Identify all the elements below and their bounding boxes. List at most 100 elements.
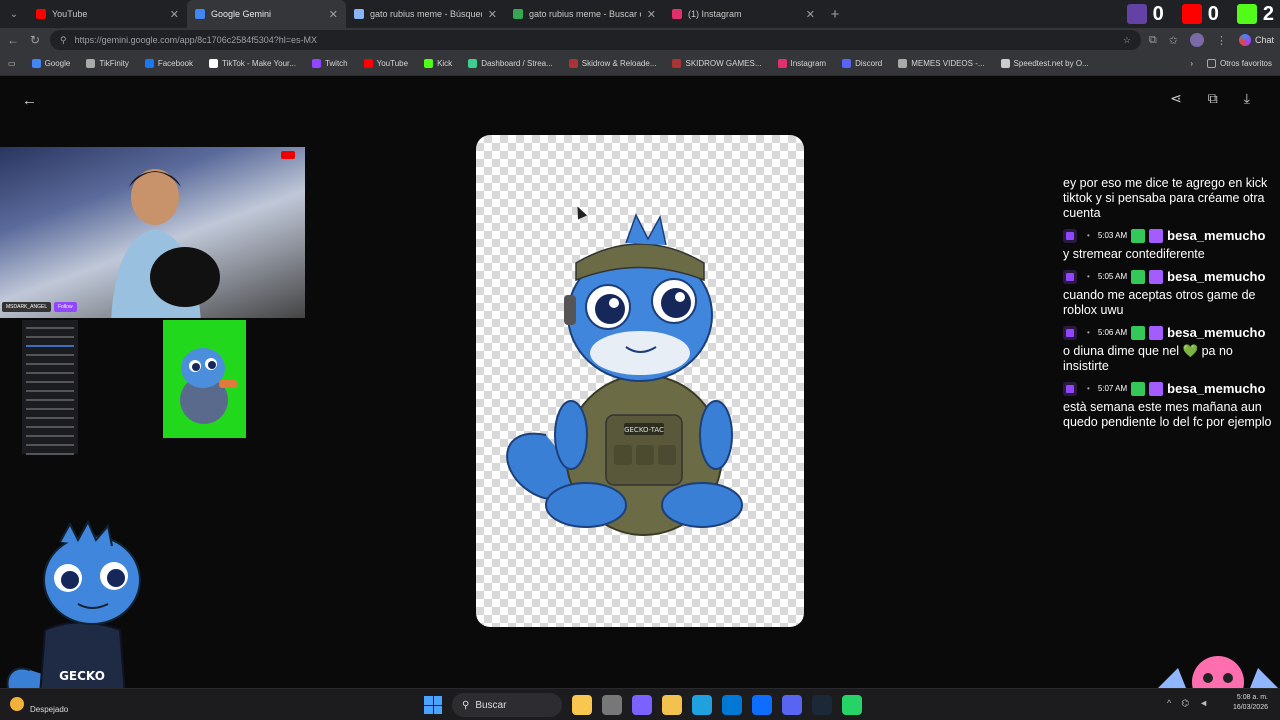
close-tab-icon[interactable]: ✕ [329, 8, 338, 21]
volume-icon[interactable]: ◄ [1199, 698, 1208, 709]
menu-icon[interactable]: ⋮ [1216, 34, 1227, 47]
taskbar-app-icon[interactable] [722, 695, 742, 715]
taskbar-app-icon[interactable] [842, 695, 862, 715]
bookmark-star-icon[interactable]: ☆ [1123, 35, 1131, 46]
chat-text: y stremear contediferente [1063, 247, 1205, 261]
bookmark-item[interactable]: Facebook [144, 59, 193, 68]
back-arrow-icon[interactable]: ← [22, 92, 37, 109]
bookmark-label: Discord [855, 59, 883, 68]
site-info-icon[interactable]: ⚲ [60, 35, 67, 46]
bookmark-favicon-icon [777, 59, 787, 68]
bookmark-favicon-icon [86, 59, 96, 68]
bookmark-item[interactable]: Kick [424, 59, 452, 68]
chat-username: besa_memucho [1167, 325, 1266, 340]
chat-message: està semana este mes mañana aun quedo pe… [1063, 400, 1280, 430]
dot-icon: • [1087, 328, 1090, 337]
start-button[interactable] [424, 696, 442, 714]
bookmark-item[interactable]: TikTok - Make Your... [208, 59, 296, 68]
share-icon[interactable]: ⋖ [1170, 90, 1182, 107]
subscriber-badge-icon [1149, 325, 1164, 340]
chat-meta: • 5:07 AM besa_memucho [1063, 381, 1280, 396]
taskbar-app-icon[interactable] [782, 695, 802, 715]
windows-taskbar: Despejado ⚲ Buscar ^ ⌬ ◄ 5:08 a. m. 16/0… [0, 688, 1280, 720]
bookmark-item[interactable]: TikFinity [86, 59, 129, 68]
bookmarks-more-icon[interactable]: › [1190, 59, 1193, 68]
bookmark-item[interactable]: Dashboard / Strea... [468, 59, 553, 68]
taskbar-search[interactable]: ⚲ Buscar [452, 693, 562, 717]
bookmark-favicon-icon [898, 59, 908, 68]
chat-text: està semana este mes mañana aun quedo pe… [1063, 400, 1272, 429]
close-tab-icon[interactable]: ✕ [488, 8, 497, 21]
bookmark-label: TikTok - Make Your... [221, 59, 296, 68]
bookmark-item[interactable]: Discord [842, 59, 882, 68]
mini-sidebar-preview [22, 320, 78, 455]
chat-username: besa_memucho [1167, 269, 1266, 284]
download-icon[interactable]: ⤓ [1244, 90, 1250, 107]
browser-tab[interactable]: YouTube ✕ [28, 0, 187, 28]
taskbar-app-icon[interactable] [602, 695, 622, 715]
verified-badge-icon [1131, 269, 1146, 284]
verified-badge-icon [1131, 381, 1146, 396]
clock-time: 5:08 a. m. [1236, 694, 1268, 701]
bookmark-item[interactable]: Skidrow & Reloade... [568, 59, 657, 68]
bookmarks-sidebar-icon[interactable]: ▭ [8, 59, 16, 68]
new-tab-button[interactable]: + [823, 6, 847, 23]
browser-tab[interactable]: gato rubius meme - Buscar con Go ✕ [505, 0, 664, 28]
close-tab-icon[interactable]: ✕ [170, 8, 179, 21]
chat-text: cuando me aceptas otros game de roblox u… [1063, 288, 1256, 317]
browser-tab[interactable]: gato rubius meme - Búsqueda ✕ [346, 0, 505, 28]
subscriber-badge-icon [1149, 269, 1164, 284]
bookmark-favicon-icon [672, 59, 682, 68]
svg-text:GECKO-TAC: GECKO-TAC [624, 426, 664, 434]
tray-chevron-icon[interactable]: ^ [1167, 698, 1171, 709]
taskbar-app-icon[interactable] [632, 695, 652, 715]
copy-icon[interactable]: ⧉ [1208, 90, 1218, 107]
bookmark-item[interactable]: YouTube [363, 59, 408, 68]
bookmark-favicon-icon [568, 59, 578, 68]
bookmark-favicon-icon [208, 59, 218, 68]
favorites-icon[interactable]: ✩ [1169, 34, 1178, 47]
search-icon: ⚲ [462, 699, 470, 711]
other-bookmarks[interactable]: Otros favoritos [1206, 59, 1272, 68]
bookmark-item[interactable]: MEMES VIDEOS -... [898, 59, 985, 68]
browser-tab[interactable]: (1) Instagram ✕ [664, 0, 823, 28]
weather-widget[interactable]: Despejado [10, 693, 68, 714]
bookmark-item[interactable]: Speedtest.net by O... [1000, 59, 1089, 68]
back-icon[interactable]: ← [6, 33, 20, 47]
verified-badge-icon [1131, 325, 1146, 340]
taskbar-app-icon[interactable] [572, 695, 592, 715]
url-field[interactable]: ⚲ https://gemini.google.com/app/8c1706c2… [50, 30, 1141, 50]
taskbar-app-icon[interactable] [812, 695, 832, 715]
twitch-icon [1063, 381, 1077, 396]
taskbar-app-icon[interactable] [662, 695, 682, 715]
chat-message: cuando me aceptas otros game de roblox u… [1063, 288, 1280, 318]
bookmark-favicon-icon [31, 59, 41, 68]
subscriber-badge-icon [1149, 381, 1164, 396]
taskbar-app-icon[interactable] [752, 695, 772, 715]
generated-image[interactable]: GECKO-TAC [476, 135, 804, 627]
bookmark-item[interactable]: SKIDROW GAMES... [672, 59, 762, 68]
bookmark-item[interactable]: Google [31, 59, 70, 68]
bookmark-item[interactable]: Twitch [311, 59, 348, 68]
bookmark-item[interactable]: Instagram [777, 59, 826, 68]
kick-icon [1236, 4, 1257, 24]
subscriber-badge-icon [1149, 228, 1164, 243]
profile-avatar[interactable] [1189, 33, 1204, 47]
bookmark-label: Facebook [157, 59, 193, 68]
bookmark-label: Twitch [324, 59, 348, 68]
extensions-icon[interactable]: ⧉ [1149, 34, 1157, 47]
viewer-count-value: 2 [1262, 2, 1274, 25]
chat-button[interactable]: Chat [1238, 34, 1274, 46]
url-text: https://gemini.google.com/app/8c1706c258… [74, 35, 318, 45]
tab-search-chevron-icon[interactable]: ⌄ [0, 0, 28, 28]
close-tab-icon[interactable]: ✕ [647, 8, 656, 21]
bookmark-label: Skidrow & Reloade... [581, 59, 657, 68]
clock[interactable]: 5:08 a. m. 16/03/2026 [1233, 693, 1268, 713]
network-icon[interactable]: ⌬ [1181, 698, 1189, 709]
viewer-counters: 0 0 2 [1126, 0, 1280, 28]
browser-tab[interactable]: Google Gemini ✕ [187, 0, 346, 28]
gemini-icon [1238, 34, 1251, 46]
reload-icon[interactable]: ↻ [28, 33, 42, 47]
close-tab-icon[interactable]: ✕ [806, 8, 815, 21]
taskbar-app-icon[interactable] [692, 695, 712, 715]
